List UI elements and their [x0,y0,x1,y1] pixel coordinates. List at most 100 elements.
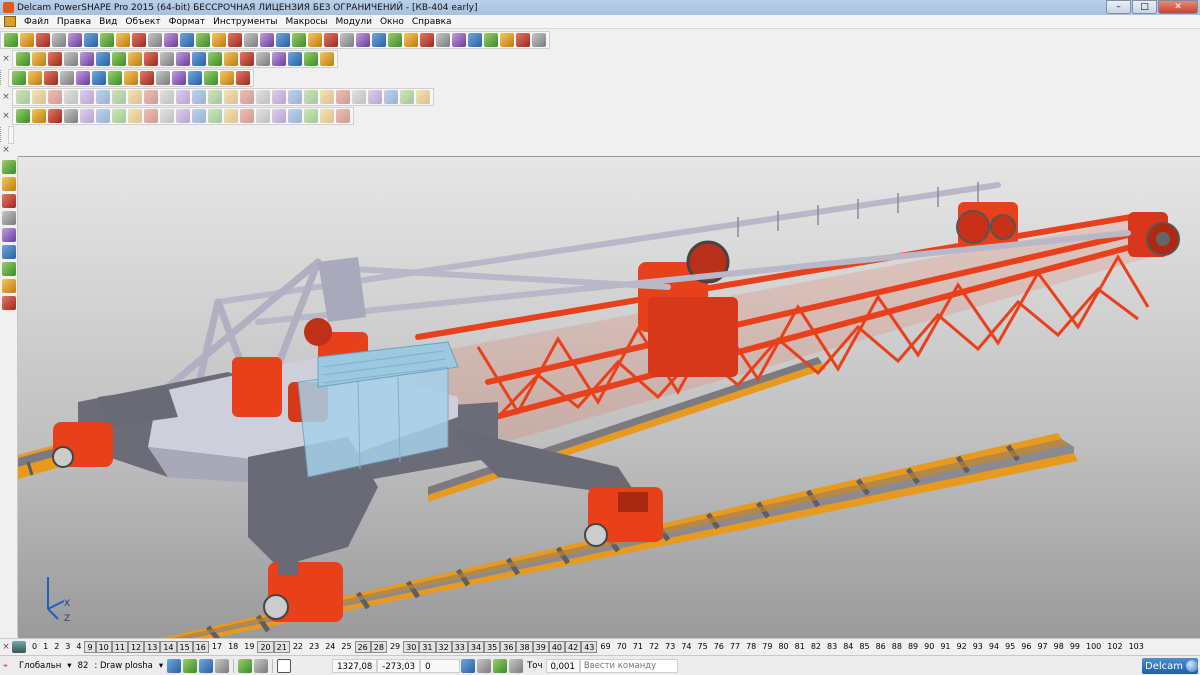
level-12[interactable]: 12 [127,641,145,653]
surface-tool-icon-19[interactable] [304,89,318,104]
menu-help[interactable]: Справка [408,17,456,27]
surface-tool-icon-13[interactable] [208,89,222,104]
solid-tool-icon-16[interactable] [256,108,270,123]
close-button[interactable]: ✕ [1158,0,1198,14]
level-1[interactable]: 1 [40,641,51,653]
level-30[interactable]: 30 [403,641,420,653]
object-tool-icon-11[interactable] [172,70,186,85]
level-80[interactable]: 80 [775,641,791,653]
level-95[interactable]: 95 [1002,641,1018,653]
level-84[interactable]: 84 [840,641,856,653]
left-tool-icon-6[interactable] [2,245,16,259]
main-tool-icon-20[interactable] [308,32,322,47]
view-tool-icon-11[interactable] [176,51,190,66]
level-91[interactable]: 91 [937,641,953,653]
level-77[interactable]: 77 [727,641,743,653]
solid-tool-icon-13[interactable] [208,108,222,123]
surface-tool-icon-12[interactable] [192,89,206,104]
main-tool-icon-30[interactable] [468,32,482,47]
view-tool-icon-18[interactable] [288,51,302,66]
surface-tool-icon-14[interactable] [224,89,238,104]
surface-tool-icon-21[interactable] [336,89,350,104]
chevron-down-icon[interactable]: ▾ [156,661,166,671]
level-96[interactable]: 96 [1018,641,1034,653]
polar-coords-icon[interactable] [493,658,508,673]
level-10[interactable]: 10 [95,641,112,653]
solid-tool-icon-10[interactable] [160,108,174,123]
level-83[interactable]: 83 [824,641,840,653]
object-tool-icon-10[interactable] [156,70,170,85]
maximize-button[interactable]: □ [1132,0,1157,14]
main-tool-icon-9[interactable] [132,32,146,47]
level-34[interactable]: 34 [467,641,485,653]
solid-tool-icon-1[interactable] [16,108,30,123]
main-tool-icon-11[interactable] [164,32,178,47]
level-29[interactable]: 29 [387,641,403,653]
surface-tool-icon-20[interactable] [320,89,334,104]
command-input[interactable] [579,658,678,673]
level-82[interactable]: 82 [808,641,824,653]
toolbar-close-icon[interactable]: × [0,145,12,155]
lock-icon[interactable] [215,658,230,673]
workplane-select[interactable]: Глобальн [16,661,64,671]
level-13[interactable]: 13 [144,641,161,653]
main-tool-icon-10[interactable] [148,32,162,47]
main-tool-icon-16[interactable] [244,32,258,47]
relative-coords-icon[interactable] [477,658,492,673]
view-tool-icon-16[interactable] [256,51,270,66]
object-tool-icon-14[interactable] [220,70,234,85]
solid-tool-icon-21[interactable] [336,108,350,123]
level-2[interactable]: 2 [51,641,62,653]
menu-modules[interactable]: Модули [332,17,376,27]
view-tool-icon-5[interactable] [80,51,94,66]
level-89[interactable]: 89 [905,641,921,653]
left-tool-icon-7[interactable] [2,262,16,276]
surface-tool-icon-18[interactable] [288,89,302,104]
level-19[interactable]: 19 [241,641,257,653]
level-94[interactable]: 94 [986,641,1002,653]
level-25[interactable]: 25 [338,641,354,653]
document-icon[interactable] [4,16,16,27]
main-tool-icon-27[interactable] [420,32,434,47]
main-tool-icon-5[interactable] [68,32,82,47]
view-tool-icon-6[interactable] [96,51,110,66]
surface-tool-icon-10[interactable] [160,89,174,104]
level-75[interactable]: 75 [695,641,711,653]
view-tool-icon-14[interactable] [224,51,238,66]
grid-toggle-icon[interactable] [277,658,292,673]
main-tool-icon-15[interactable] [228,32,242,47]
menu-edit[interactable]: Правка [53,17,95,27]
level-33[interactable]: 33 [451,641,468,653]
level-18[interactable]: 18 [225,641,241,653]
3d-viewport[interactable]: X Z [18,156,1200,638]
workplane-icon[interactable]: ⌖ [0,661,16,671]
selection-icon[interactable] [238,658,253,673]
view-tool-icon-4[interactable] [64,51,78,66]
menu-view[interactable]: Вид [95,17,121,27]
level-42[interactable]: 42 [565,641,582,653]
level-69[interactable]: 69 [597,641,613,653]
solid-tool-icon-17[interactable] [272,108,286,123]
level-93[interactable]: 93 [970,641,986,653]
left-tool-icon-4[interactable] [2,211,16,225]
main-tool-icon-25[interactable] [388,32,402,47]
surface-tool-icon-25[interactable] [400,89,414,104]
object-tool-icon-8[interactable] [124,70,138,85]
level-0[interactable]: 0 [29,641,40,653]
surface-tool-icon-8[interactable] [128,89,142,104]
menu-macros[interactable]: Макросы [282,17,332,27]
view-tool-icon-3[interactable] [48,51,62,66]
object-tool-icon-9[interactable] [140,70,154,85]
main-tool-icon-18[interactable] [276,32,290,47]
main-tool-icon-7[interactable] [100,32,114,47]
surface-tool-icon-6[interactable] [96,89,110,104]
level-43[interactable]: 43 [581,641,598,653]
toolbar-grip[interactable] [0,127,6,142]
toolbar-close-icon[interactable]: × [0,54,12,64]
left-tool-icon-1[interactable] [2,160,16,174]
main-tool-icon-29[interactable] [452,32,466,47]
object-tool-icon-3[interactable] [44,70,58,85]
chevron-down-icon[interactable]: ▾ [64,661,74,671]
view-tool-icon-9[interactable] [144,51,158,66]
surface-tool-icon-2[interactable] [32,89,46,104]
